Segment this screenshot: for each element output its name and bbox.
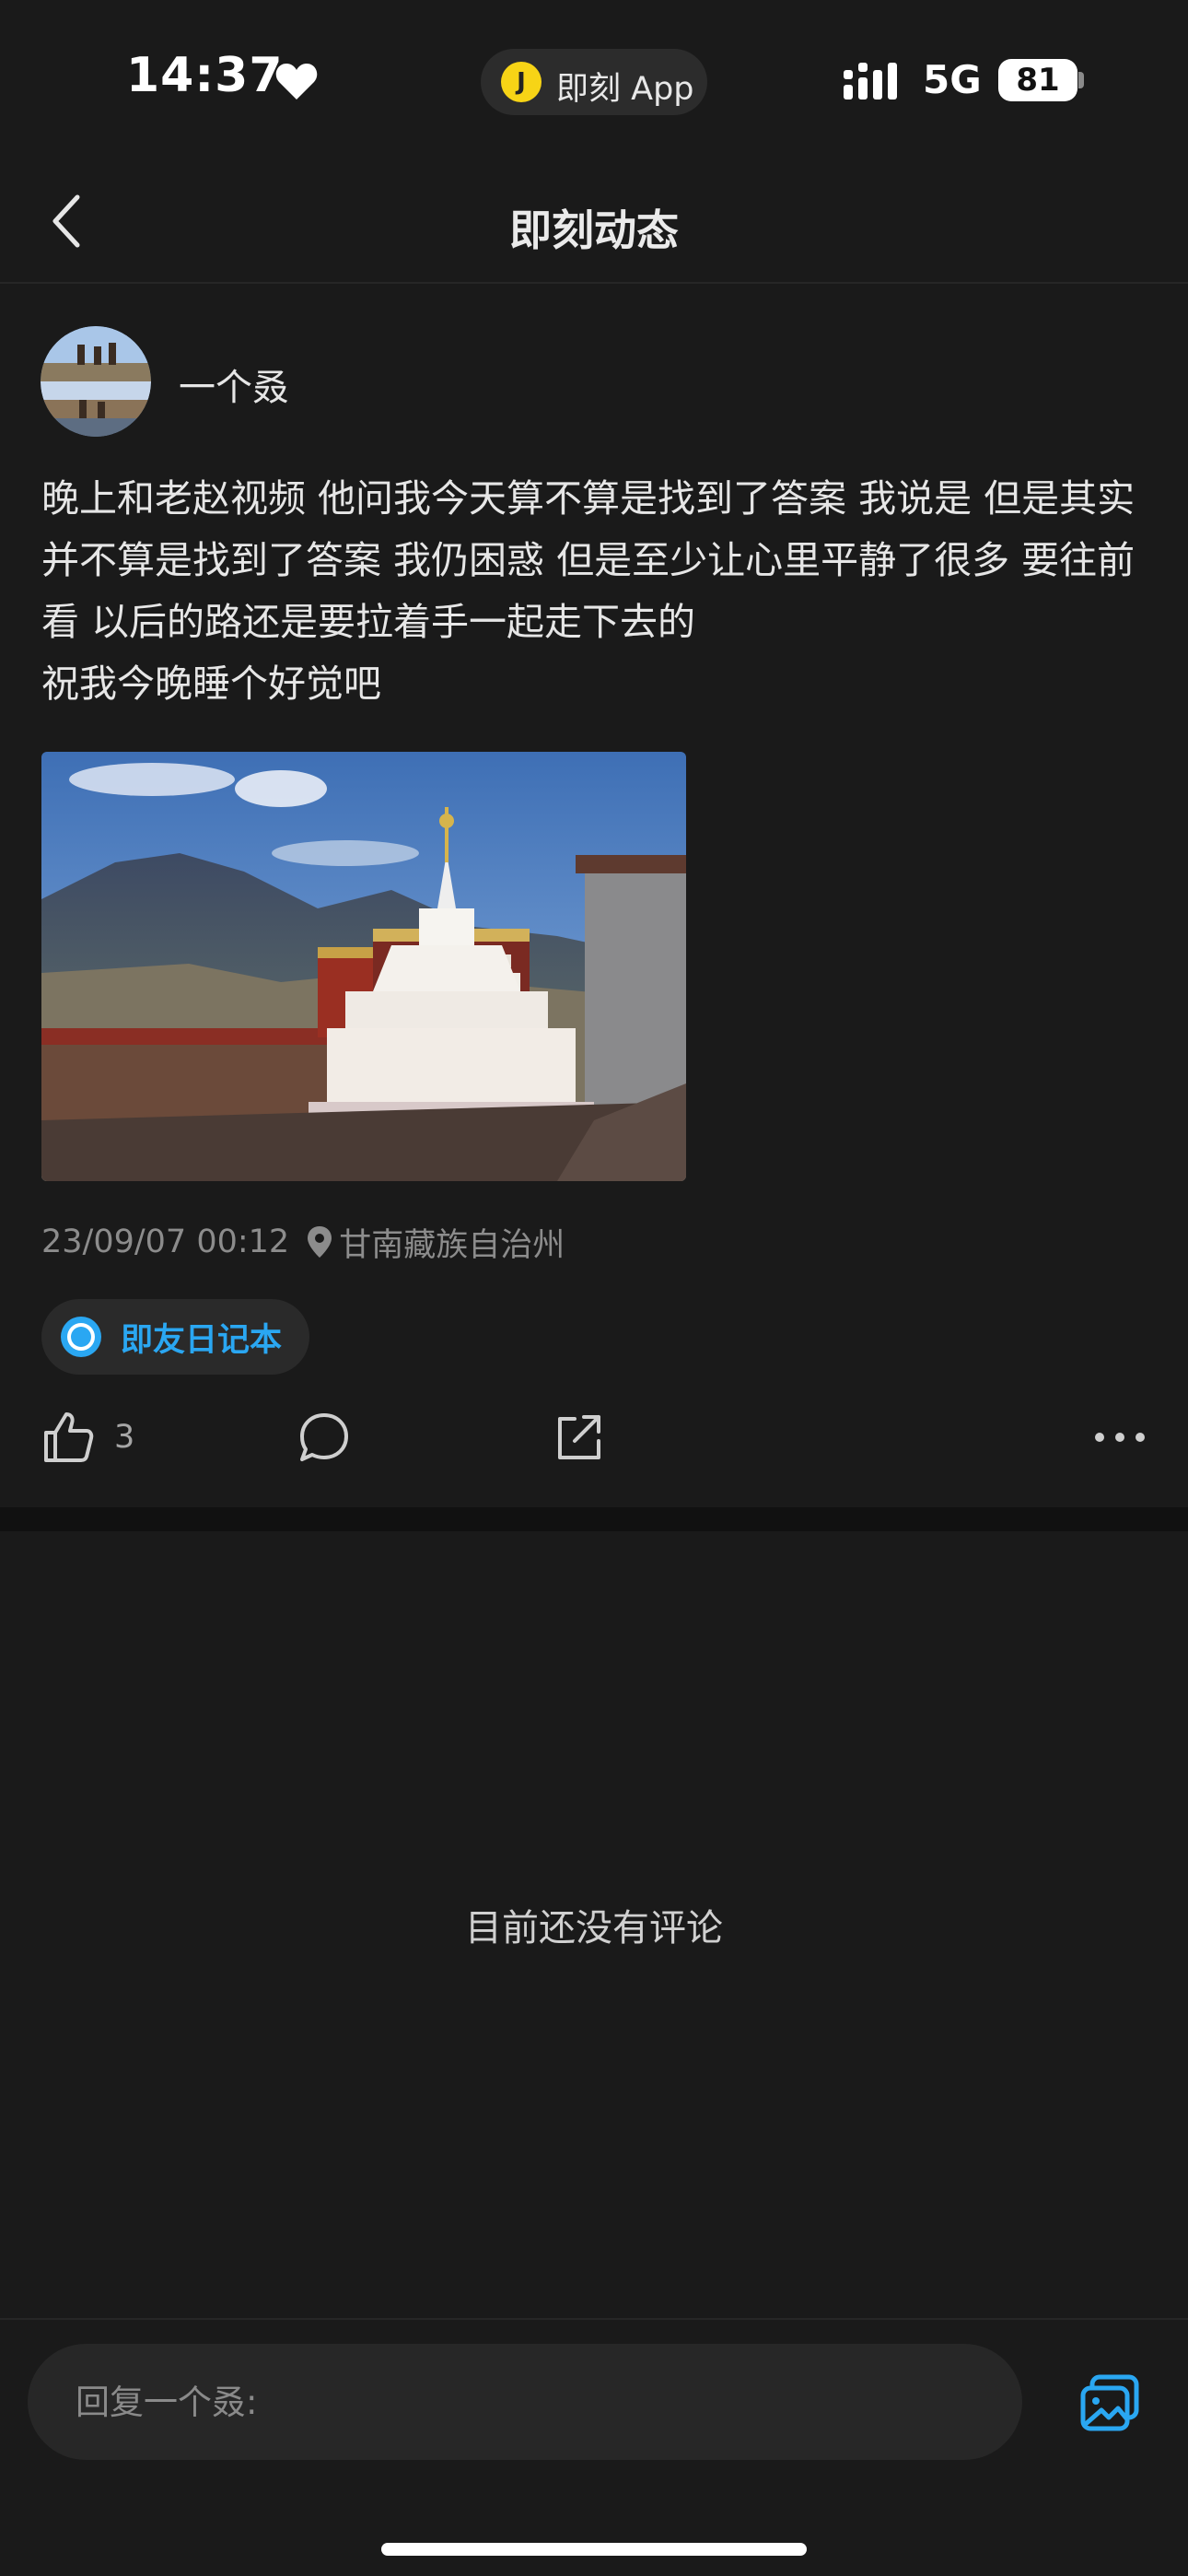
post-body: 晚上和老赵视频 他问我今天算不算是找到了答案 我说是 但是其实并不算是找到了答案…	[41, 476, 1136, 706]
nav-divider	[0, 282, 1188, 284]
topic-chip[interactable]: 即友日记本	[41, 1299, 310, 1375]
like-button[interactable]: 3	[41, 1410, 134, 1465]
post-photo[interactable]	[41, 752, 686, 1181]
app-badge-icon: J	[501, 62, 542, 102]
section-divider	[0, 1507, 1188, 1531]
topic-label: 即友日记本	[121, 1321, 283, 1359]
empty-comments-message: 目前还没有评论	[465, 1907, 723, 1950]
reply-input[interactable]	[28, 2344, 1022, 2460]
heart-icon	[275, 64, 318, 100]
network-type: 5G	[923, 57, 982, 102]
home-indicator[interactable]	[381, 2543, 807, 2556]
share-icon[interactable]	[551, 1410, 606, 1465]
battery-nub	[1078, 72, 1084, 88]
topic-circle-icon	[61, 1317, 101, 1357]
page-title: 即刻动态	[509, 205, 679, 255]
avatar[interactable]	[41, 326, 151, 437]
author-name[interactable]: 一个叒	[179, 357, 289, 411]
status-time: 14:37	[126, 48, 284, 103]
like-count: 3	[114, 1419, 135, 1456]
comment-bubble-icon[interactable]	[297, 1410, 352, 1465]
post-timestamp: 23/09/07 00:12	[41, 1224, 290, 1260]
post-location[interactable]: 甘南藏族自治州	[339, 1219, 565, 1266]
location-pin-icon	[308, 1226, 332, 1258]
more-dots-icon[interactable]	[1092, 1419, 1147, 1456]
image-picker-icon[interactable]	[1077, 2371, 1142, 2436]
reply-bar-divider	[0, 2318, 1188, 2320]
signal-icon	[844, 63, 897, 100]
thumbs-up-icon	[44, 1412, 94, 1462]
post-meta: 23/09/07 00:12 甘南藏族自治州	[41, 1218, 565, 1266]
island-label: 即刻 App	[556, 71, 694, 108]
battery-indicator: 81	[998, 59, 1077, 101]
